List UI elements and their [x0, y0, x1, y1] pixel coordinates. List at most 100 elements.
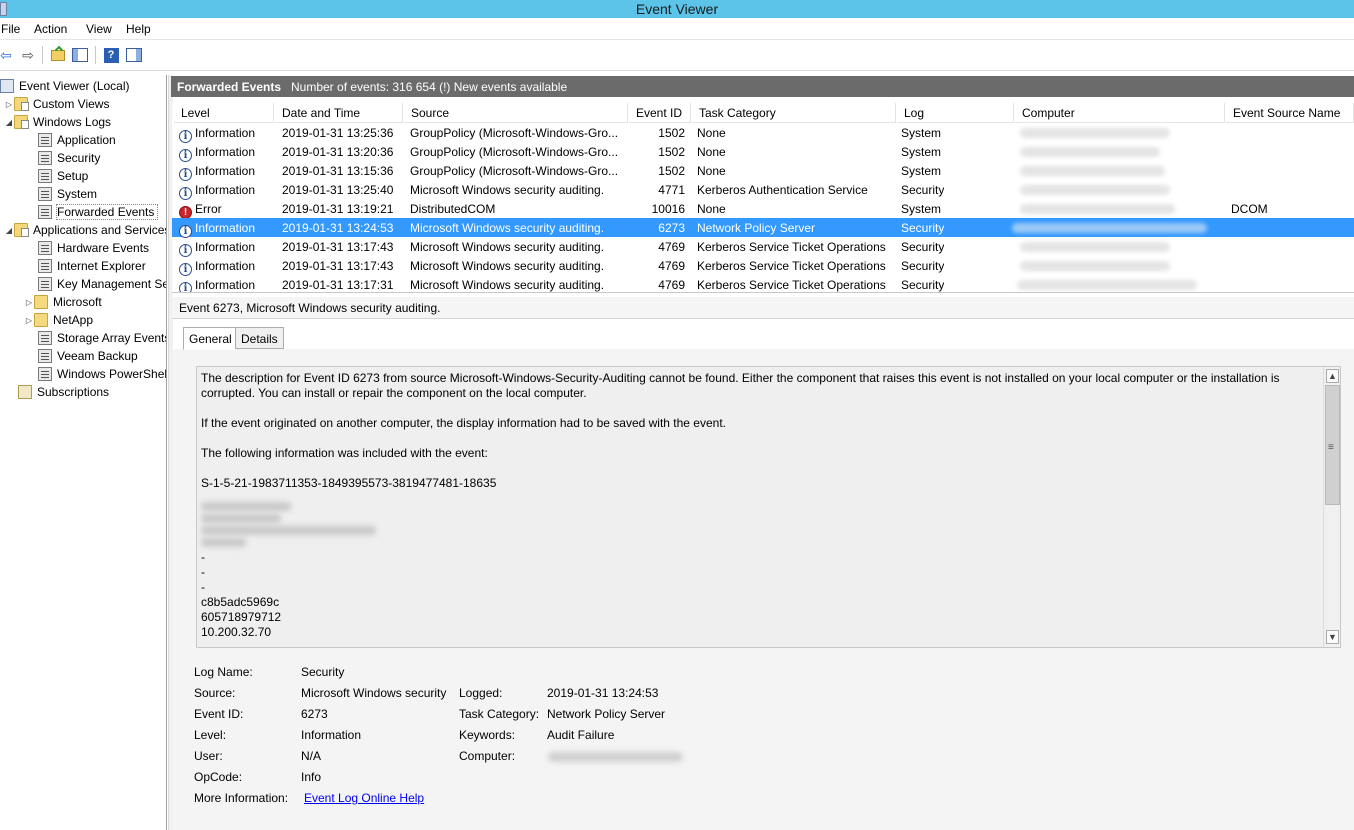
- tree-item-application[interactable]: Application: [38, 131, 116, 149]
- show-action-pane-icon[interactable]: [124, 45, 144, 65]
- computer-cell-redacted: [1012, 223, 1207, 233]
- tab-general[interactable]: General: [183, 327, 238, 350]
- table-row[interactable]: i Information 2019-01-31 13:15:36 GroupPo…: [172, 161, 1354, 181]
- opcode-value: Info: [301, 770, 322, 784]
- tree-item-setup[interactable]: Setup: [38, 167, 88, 185]
- tree-item-security[interactable]: Security: [38, 149, 100, 167]
- task-cell: None: [697, 202, 726, 216]
- redacted-line: [201, 502, 291, 511]
- tree-item-custom-views[interactable]: ▷ Custom Views: [4, 95, 109, 113]
- tree-item-windows-logs[interactable]: ◢ Windows Logs: [4, 113, 111, 131]
- expand-arrow-icon[interactable]: ▷: [24, 316, 34, 325]
- collapse-arrow-icon[interactable]: ◢: [4, 226, 14, 235]
- computer-cell-redacted: [1020, 204, 1175, 214]
- task-cell: Kerberos Authentication Service: [697, 183, 868, 197]
- tree-item-netapp[interactable]: ▷ NetApp: [24, 311, 93, 329]
- menu-view[interactable]: View: [86, 22, 112, 36]
- table-row[interactable]: i Information 2019-01-31 13:25:40 Microso…: [172, 180, 1354, 200]
- source-value: Microsoft Windows security: [301, 686, 447, 700]
- up-folder-icon[interactable]: [48, 45, 68, 65]
- description-dash: -: [201, 580, 205, 594]
- show-hide-tree-icon[interactable]: [70, 45, 90, 65]
- subscriptions-icon: [18, 385, 32, 399]
- event-detail-title: Event 6273, Microsoft Windows security a…: [179, 301, 441, 315]
- tree-item-veeam-backup[interactable]: Veeam Backup: [38, 347, 138, 365]
- description-dash: -: [201, 550, 205, 564]
- computer-cell-redacted: [1017, 280, 1197, 290]
- table-row-selected[interactable]: i Information 2019-01-31 13:24:53 Microso…: [172, 218, 1354, 238]
- column-header-event-source-name[interactable]: Event Source Name: [1226, 103, 1354, 123]
- forward-arrow-icon[interactable]: ⇨: [18, 45, 38, 65]
- user-value: N/A: [301, 749, 322, 763]
- event-id-cell: 1502: [658, 145, 685, 159]
- column-header-date-time[interactable]: Date and Time: [275, 103, 403, 123]
- tree-item-forwarded-events[interactable]: Forwarded Events: [38, 203, 159, 221]
- event-id-cell: 4769: [658, 240, 685, 254]
- column-header-computer[interactable]: Computer: [1015, 103, 1225, 123]
- table-row[interactable]: i Information 2019-01-31 13:20:36 GroupPo…: [172, 142, 1354, 162]
- table-row[interactable]: i Information 2019-01-31 13:17:43 Microso…: [172, 256, 1354, 276]
- column-header-source[interactable]: Source: [404, 103, 628, 123]
- level-cell: Information: [195, 240, 256, 254]
- menu-action[interactable]: Action: [34, 22, 67, 36]
- event-id-cell: 10016: [651, 202, 685, 216]
- computer-cell-redacted: [1020, 166, 1165, 176]
- events-grid: Level Date and Time Source Event ID Task…: [172, 103, 1354, 293]
- tree-item-microsoft[interactable]: ▷ Microsoft: [24, 293, 102, 311]
- task-cell: None: [697, 145, 726, 159]
- source-cell: GroupPolicy (Microsoft-Windows-Gro...: [410, 145, 619, 159]
- back-arrow-icon[interactable]: ⇦: [0, 45, 16, 65]
- tree-item-internet-explorer[interactable]: Internet Explorer: [38, 257, 146, 275]
- menu-file[interactable]: File: [1, 22, 20, 36]
- tree-item-hardware-events[interactable]: Hardware Events: [38, 239, 149, 257]
- tree-item-key-management[interactable]: Key Management Service: [38, 275, 166, 293]
- tree-item-applications-and-services[interactable]: ◢ Applications and Services Logs: [4, 221, 166, 239]
- log-icon: [38, 133, 52, 147]
- collapse-arrow-icon[interactable]: ◢: [4, 118, 14, 127]
- table-row[interactable]: i Information 2019-01-31 13:17:31 Microso…: [172, 275, 1354, 292]
- date-cell: 2019-01-31 13:17:43: [282, 259, 394, 273]
- tree-item-windows-powershell[interactable]: Windows PowerShell: [38, 365, 166, 383]
- expand-arrow-icon[interactable]: ▷: [4, 100, 14, 109]
- table-row[interactable]: i Information 2019-01-31 13:25:36 GroupPo…: [172, 123, 1354, 143]
- scroll-down-icon[interactable]: ▼: [1326, 630, 1339, 644]
- tree-item-subscriptions[interactable]: Subscriptions: [18, 383, 109, 401]
- level-value: Information: [301, 728, 362, 742]
- menu-bar: File Action View Help: [0, 18, 1354, 40]
- keywords-label: Keywords:: [459, 728, 516, 742]
- menu-help[interactable]: Help: [126, 22, 151, 36]
- log-cell: System: [901, 164, 942, 178]
- computer-label: Computer:: [459, 749, 516, 763]
- help-icon[interactable]: ?: [101, 45, 121, 65]
- level-cell: Information: [195, 126, 256, 140]
- event-viewer-icon: [0, 79, 14, 93]
- date-cell: 2019-01-31 13:17:43: [282, 240, 394, 254]
- scroll-up-icon[interactable]: ▲: [1326, 369, 1339, 383]
- event-description-box[interactable]: The description for Event ID 6273 from s…: [196, 366, 1341, 648]
- level-cell: Information: [195, 183, 256, 197]
- events-header-title: Forwarded Events: [177, 80, 282, 94]
- level-cell: Information: [195, 145, 256, 159]
- event-id-cell: 4769: [658, 259, 685, 273]
- toolbar-separator: [95, 46, 96, 64]
- column-header-event-id[interactable]: Event ID: [629, 103, 691, 123]
- expand-arrow-icon[interactable]: ▷: [24, 298, 34, 307]
- table-row[interactable]: ! Error 2019-01-31 13:19:21 DistributedCO…: [172, 199, 1354, 219]
- navigation-tree: Event Viewer (Local) ▷ Custom Views ◢ Wi…: [0, 75, 167, 830]
- log-icon: [38, 169, 52, 183]
- description-value: c8b5adc5969c: [201, 595, 280, 609]
- table-row[interactable]: i Information 2019-01-31 13:17:43 Microso…: [172, 237, 1354, 257]
- log-name-label: Log Name:: [194, 665, 253, 679]
- column-header-task-category[interactable]: Task Category: [692, 103, 896, 123]
- opcode-label: OpCode:: [194, 770, 243, 784]
- tree-item-system[interactable]: System: [38, 185, 97, 203]
- column-header-log[interactable]: Log: [897, 103, 1014, 123]
- tree-item-storage-array-events[interactable]: Storage Array Events: [38, 329, 166, 347]
- column-header-level[interactable]: Level: [174, 103, 274, 123]
- event-log-online-help-link[interactable]: Event Log Online Help: [304, 791, 424, 805]
- description-scrollbar[interactable]: ▲ ≡ ▼: [1323, 367, 1340, 647]
- computer-value-redacted: [548, 752, 683, 762]
- event-id-cell: 4769: [658, 278, 685, 292]
- tab-details[interactable]: Details: [235, 327, 284, 349]
- tree-item-event-viewer-local[interactable]: Event Viewer (Local): [0, 77, 130, 95]
